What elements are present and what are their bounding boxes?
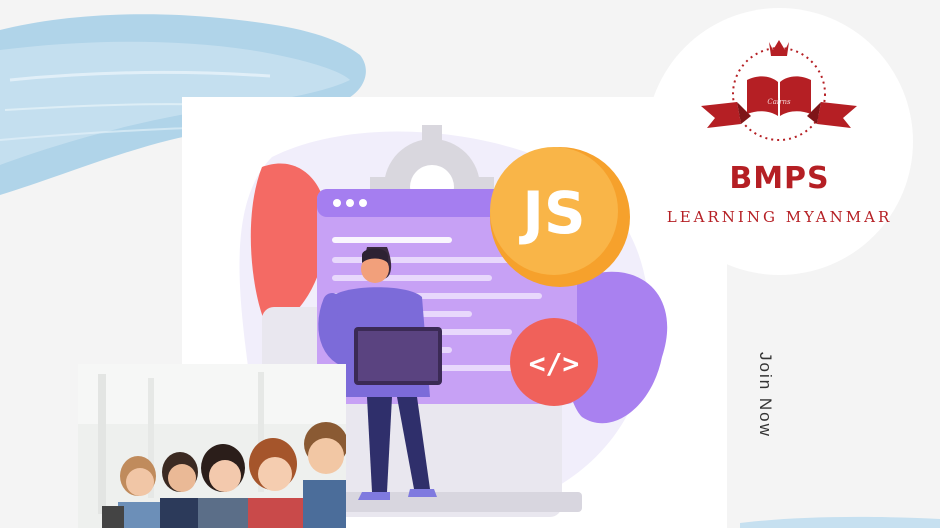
js-badge: JS xyxy=(518,179,585,247)
brand-name: BMPS xyxy=(729,161,830,196)
blue-brush-bottom-decoration xyxy=(740,516,940,528)
crown-icon xyxy=(769,40,789,56)
emblem-text: Cairns xyxy=(767,98,791,106)
open-book-icon: Cairns xyxy=(747,76,811,116)
logo-emblem: Cairns xyxy=(701,40,857,141)
brand-tagline: LEARNING MYANMAR xyxy=(666,208,893,226)
brand-logo: Cairns BMPS LEARNING MYANMAR xyxy=(646,8,913,275)
students-photo xyxy=(78,364,346,528)
join-now-link[interactable]: Join Now xyxy=(745,352,775,452)
code-badge: </> xyxy=(529,347,580,380)
